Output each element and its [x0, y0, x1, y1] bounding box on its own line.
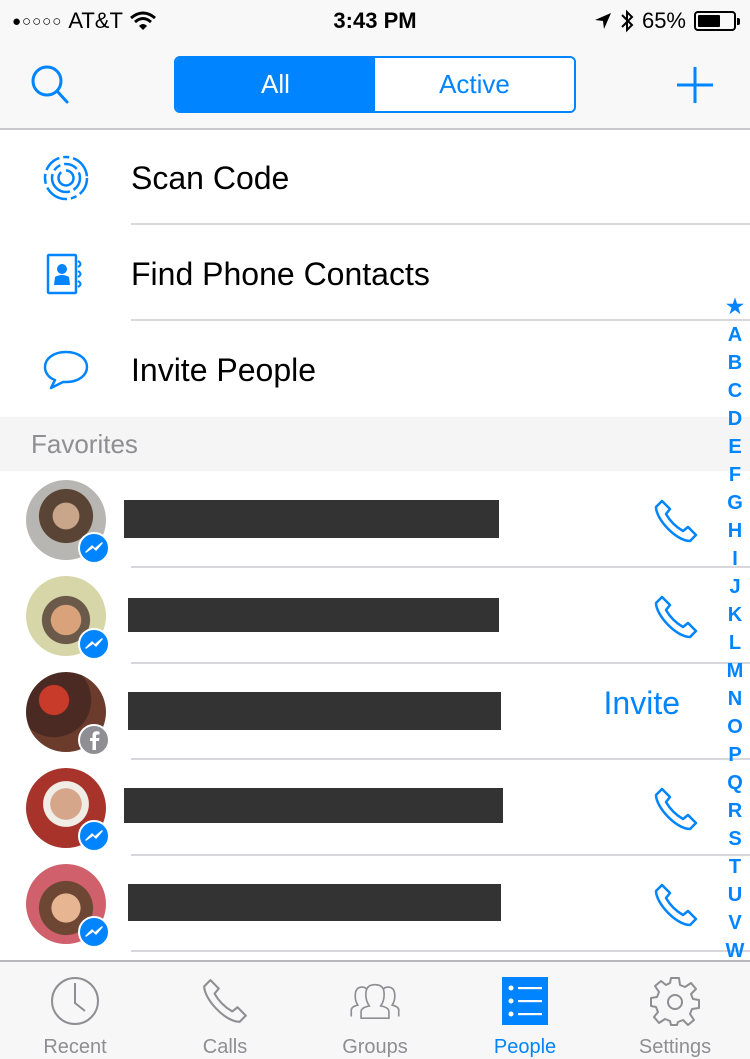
index-letter[interactable]: D — [728, 405, 742, 433]
index-letter[interactable]: S — [728, 825, 741, 853]
index-letter[interactable]: ★ — [726, 293, 744, 321]
favorites-section-header: Favorites — [0, 417, 750, 471]
index-letter[interactable]: H — [728, 517, 742, 545]
tab-calls-label: Calls — [202, 1036, 248, 1058]
contacts-book-icon — [40, 248, 92, 300]
alphabet-index-scrubber[interactable]: ★ A B C D E F G H I J K L M N O P Q R S T U V W — [720, 293, 750, 965]
tab-calls[interactable]: Calls — [150, 962, 300, 1059]
tab-settings-label: Settings — [638, 1036, 712, 1058]
messenger-badge-icon — [78, 916, 110, 948]
contact-row[interactable] — [0, 855, 750, 951]
messenger-badge-icon — [78, 820, 110, 852]
index-letter[interactable]: J — [729, 573, 740, 601]
tab-people-label: People — [493, 1036, 557, 1058]
facebook-badge-icon — [78, 724, 110, 756]
clock-icon — [48, 974, 102, 1028]
index-letter[interactable]: L — [729, 629, 741, 657]
location-arrow-icon — [594, 13, 611, 29]
scan-code-icon — [40, 152, 92, 204]
gear-icon — [648, 974, 702, 1028]
contact-name — [124, 788, 503, 823]
groups-icon — [348, 974, 402, 1028]
index-letter[interactable]: N — [728, 685, 742, 713]
contact-name — [128, 598, 499, 632]
index-letter[interactable]: C — [728, 377, 742, 405]
status-bar: ●○○○○ AT&T 3:43 PM 65% — [0, 0, 750, 40]
contact-row[interactable]: Invite — [0, 663, 750, 759]
tab-recent[interactable]: Recent — [0, 962, 150, 1059]
index-letter[interactable]: Q — [727, 769, 743, 797]
people-list-icon — [498, 974, 552, 1028]
phone-call-icon[interactable] — [652, 881, 700, 929]
index-letter[interactable]: G — [727, 489, 743, 517]
phone-call-icon[interactable] — [652, 785, 700, 833]
find-phone-contacts-label: Find Phone Contacts — [131, 255, 430, 292]
phone-call-icon[interactable] — [652, 497, 700, 545]
divider — [131, 950, 750, 952]
invite-people-label: Invite People — [131, 351, 317, 388]
filter-segmented-control: All Active — [174, 56, 576, 113]
index-letter[interactable]: E — [728, 433, 741, 461]
find-phone-contacts-row[interactable]: Find Phone Contacts — [0, 226, 750, 322]
invite-people-row[interactable]: Invite People — [0, 322, 750, 418]
battery-percent: 65% — [641, 8, 686, 33]
index-letter[interactable]: P — [728, 741, 741, 769]
index-letter[interactable]: B — [728, 349, 742, 377]
phone-icon — [198, 974, 252, 1028]
index-letter[interactable]: T — [729, 853, 741, 881]
invite-button[interactable]: Invite — [604, 685, 680, 722]
tab-recent-label: Recent — [43, 1036, 107, 1058]
contact-row[interactable] — [0, 471, 750, 567]
tab-groups-label: Groups — [342, 1036, 408, 1058]
battery-fill — [698, 15, 721, 27]
search-icon[interactable] — [28, 62, 72, 106]
tab-people[interactable]: People — [450, 962, 600, 1059]
index-letter[interactable]: A — [728, 321, 742, 349]
index-letter[interactable]: R — [728, 797, 742, 825]
divider — [131, 223, 750, 225]
segment-active[interactable]: Active — [375, 58, 574, 111]
contact-row[interactable] — [0, 759, 750, 855]
phone-call-icon[interactable] — [652, 593, 700, 641]
contact-name — [124, 500, 499, 538]
messenger-badge-icon — [78, 628, 110, 660]
tab-groups[interactable]: Groups — [300, 962, 450, 1059]
tab-settings[interactable]: Settings — [600, 962, 750, 1059]
index-letter[interactable]: O — [727, 713, 743, 741]
index-letter[interactable]: M — [727, 657, 744, 685]
plus-icon[interactable] — [676, 66, 714, 104]
favorites-header-label: Favorites — [31, 429, 138, 459]
speech-bubble-icon — [40, 344, 92, 396]
nav-bar: All Active — [0, 40, 750, 130]
tab-bar: Recent Calls Groups People Settings — [0, 960, 750, 1059]
scan-code-label: Scan Code — [131, 159, 290, 196]
bluetooth-icon — [621, 9, 634, 33]
contact-row[interactable] — [0, 567, 750, 663]
index-letter[interactable]: K — [728, 601, 742, 629]
index-letter[interactable]: V — [728, 909, 741, 937]
index-letter[interactable]: I — [732, 545, 738, 573]
contact-name — [128, 884, 501, 921]
divider — [131, 319, 750, 321]
segment-all[interactable]: All — [176, 58, 375, 111]
contact-name — [128, 692, 501, 730]
index-letter[interactable]: U — [728, 881, 742, 909]
battery-icon — [694, 11, 740, 31]
scan-code-row[interactable]: Scan Code — [0, 130, 750, 226]
messenger-badge-icon — [78, 532, 110, 564]
index-letter[interactable]: F — [729, 461, 741, 489]
